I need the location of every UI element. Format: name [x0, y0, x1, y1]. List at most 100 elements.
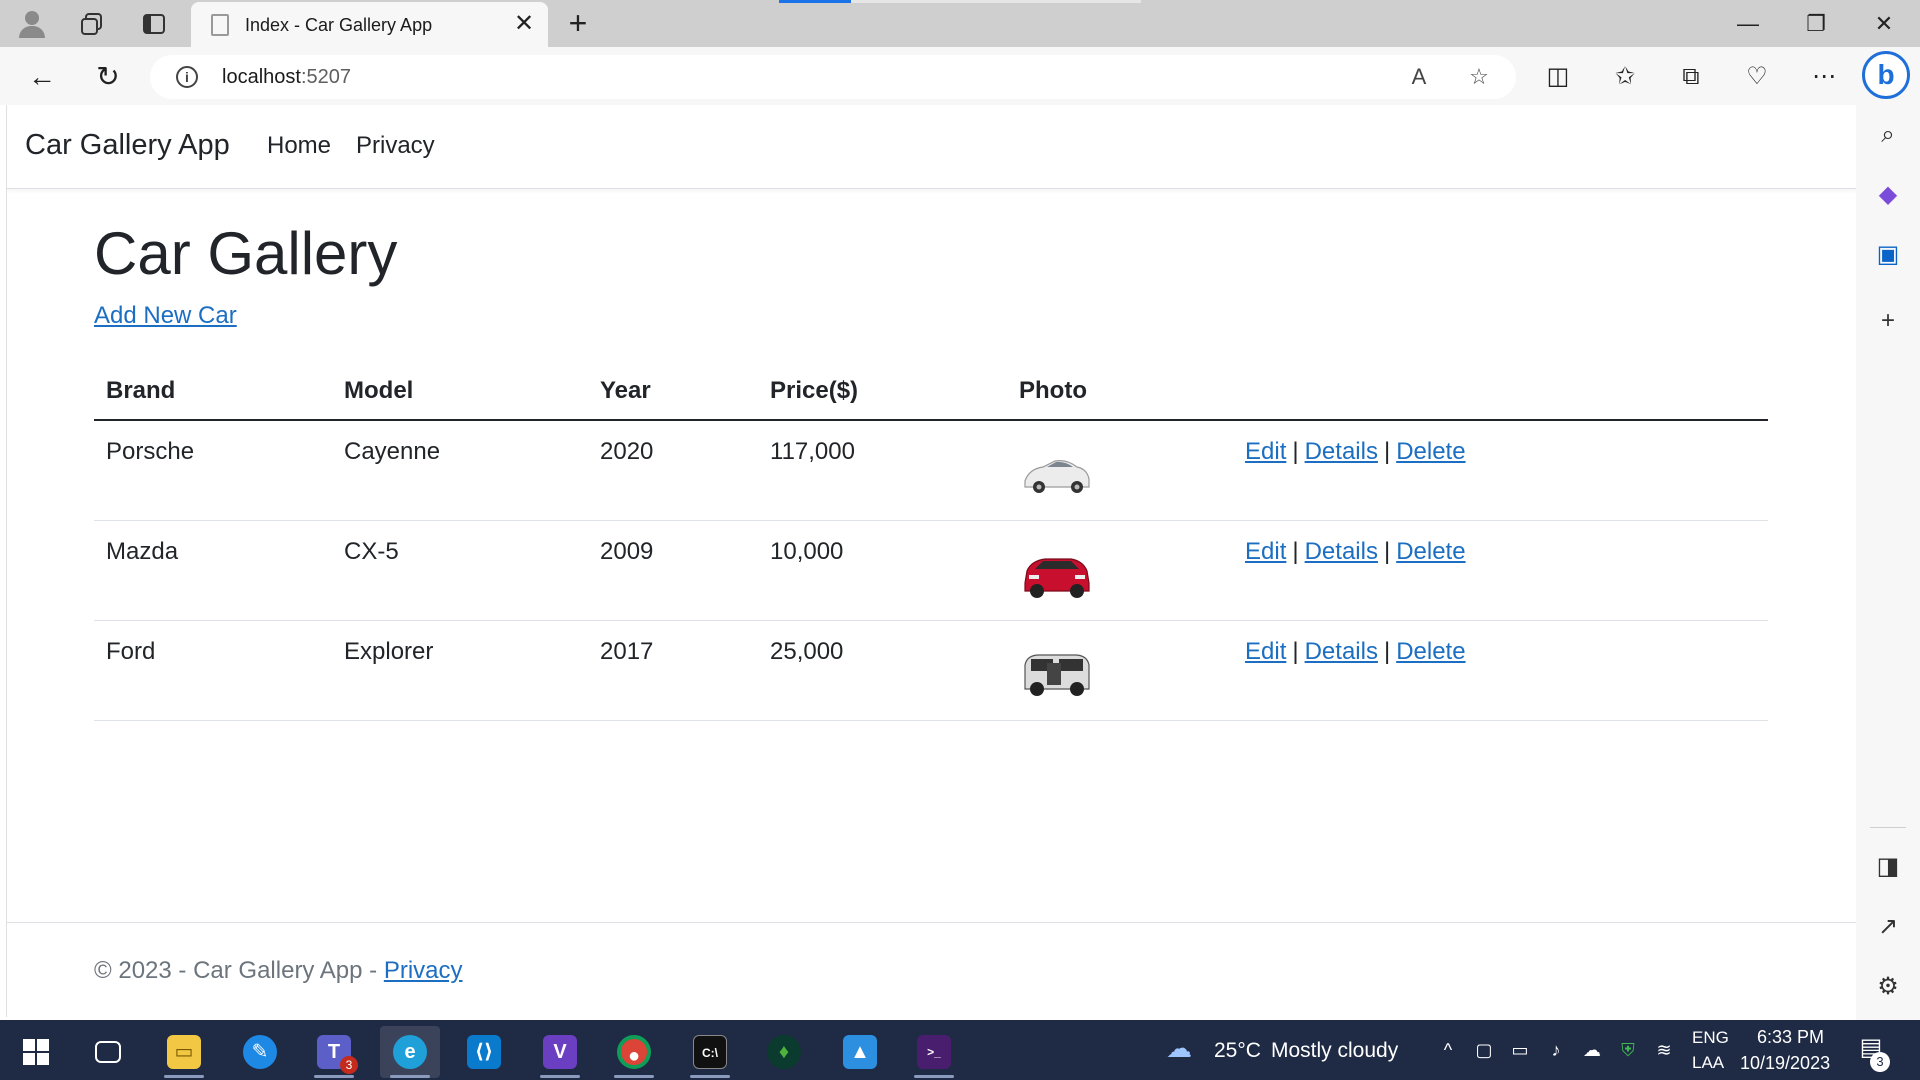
edge-sidebar: ⌕ ◆ ▣ + ◨ ↗ ⚙ [1856, 105, 1920, 1020]
close-window-button[interactable]: ✕ [1850, 0, 1918, 47]
split-screen-icon[interactable]: ◫ [1542, 61, 1574, 93]
header-year: Year [600, 377, 651, 404]
bing-copilot-icon[interactable]: b [1862, 51, 1910, 99]
edit-link[interactable]: Edit [1245, 438, 1286, 465]
mongodb-compass-icon[interactable]: ♦ [754, 1026, 814, 1078]
search-icon[interactable]: ⌕ [1872, 119, 1904, 151]
details-link[interactable]: Details [1305, 538, 1378, 565]
nav-home-link[interactable]: Home [267, 132, 331, 160]
car-photo [1024, 654, 1090, 696]
edit-link[interactable]: Edit [1245, 538, 1286, 565]
car-table: Brand Model Year Price($) Photo Porsche … [94, 361, 1768, 721]
cell-year: 2009 [600, 538, 654, 565]
nav-privacy-link[interactable]: Privacy [356, 132, 435, 160]
details-link[interactable]: Details [1305, 638, 1378, 665]
settings-gear-icon[interactable]: ⚙ [1872, 971, 1904, 1003]
powershell-icon[interactable]: >_ [904, 1026, 964, 1078]
weather-temp[interactable]: 25°C [1214, 1039, 1261, 1063]
back-button[interactable]: ← [22, 57, 62, 97]
table-row: Ford Explorer 2017 25,000 Edit | Details | D… [94, 621, 1768, 721]
details-link[interactable]: Details [1305, 438, 1378, 465]
tab-index[interactable]: Index - Car Gallery App ✕ [191, 2, 548, 47]
car-photo [1024, 460, 1090, 493]
favorites-icon[interactable]: ✩ [1609, 61, 1641, 93]
delete-link[interactable]: Delete [1396, 538, 1465, 565]
cell-price: 10,000 [770, 538, 844, 565]
table-row: Mazda CX-5 2009 10,000 Edit | Details | Dele… [94, 521, 1768, 621]
language-indicator-top[interactable]: ENG [1692, 1028, 1729, 1048]
loading-track [851, 0, 1141, 3]
battery-icon[interactable]: ▭ [1508, 1038, 1532, 1062]
url-text: localhost:5207 [222, 66, 351, 88]
app-navbar: Car Gallery App Home Privacy [7, 105, 1856, 189]
footer-privacy-link[interactable]: Privacy [384, 957, 463, 984]
car-photo [1024, 558, 1090, 598]
meet-now-icon[interactable]: ▢ [1472, 1038, 1496, 1062]
volume-icon[interactable]: ♪ [1544, 1038, 1568, 1062]
security-shield-icon[interactable]: ⛨ [1616, 1038, 1640, 1062]
teams-icon[interactable]: T 3 [304, 1026, 364, 1078]
visual-studio-icon[interactable]: V [530, 1026, 590, 1078]
edit-link[interactable]: Edit [1245, 638, 1286, 665]
cell-price: 117,000 [770, 438, 855, 465]
cell-model: Explorer [344, 638, 434, 665]
clock-date[interactable]: 10/19/2023 [1740, 1053, 1830, 1074]
sidebar-divider [1870, 827, 1906, 828]
edge-icon[interactable]: e [380, 1026, 440, 1078]
minimize-button[interactable]: — [1714, 0, 1782, 47]
tools-app-icon[interactable]: ✎ [230, 1026, 290, 1078]
row-actions: Edit | Details | Delete [1245, 538, 1466, 565]
photos-app-icon[interactable]: ▲ [830, 1026, 890, 1078]
refresh-button[interactable]: ↻ [88, 57, 128, 97]
more-menu-icon[interactable]: ⋯ [1808, 61, 1840, 93]
language-indicator-bottom[interactable]: LAA [1692, 1053, 1724, 1073]
show-hidden-icons-chevron-up-icon[interactable]: ^ [1436, 1038, 1460, 1062]
vscode-icon[interactable]: ⟨⟩ [454, 1026, 514, 1078]
vertical-tabs-icon[interactable] [136, 6, 172, 42]
site-info-icon[interactable]: i [176, 66, 198, 88]
task-view-icon[interactable] [78, 1026, 138, 1078]
file-explorer-icon[interactable]: ▭ [154, 1026, 214, 1078]
favorite-star-icon[interactable]: ☆ [1464, 62, 1494, 92]
header-brand: Brand [106, 377, 176, 404]
external-link-icon[interactable]: ↗ [1872, 911, 1904, 943]
terminal-icon[interactable]: C:\ [680, 1026, 740, 1078]
delete-link[interactable]: Delete [1396, 438, 1465, 465]
onedrive-cloud-icon[interactable]: ☁ [1580, 1038, 1604, 1062]
header-price: Price($) [770, 377, 859, 404]
start-button[interactable] [6, 1026, 66, 1078]
table-row: Porsche Cayenne 2020 117,000 Edit | Detail… [94, 421, 1768, 521]
read-aloud-icon[interactable]: A [1404, 62, 1434, 92]
cell-brand: Mazda [106, 538, 179, 565]
delete-link[interactable]: Delete [1396, 638, 1465, 665]
address-bar[interactable]: i localhost:5207 A ☆ [150, 55, 1516, 99]
new-tab-button[interactable]: + [560, 6, 596, 42]
loading-indicator [779, 0, 851, 3]
restore-button[interactable]: ❐ [1782, 0, 1850, 47]
profile-icon[interactable] [14, 6, 50, 42]
hide-sidebar-icon[interactable]: ◨ [1872, 851, 1904, 883]
tab-title: Index - Car Gallery App [245, 15, 433, 35]
weather-desc[interactable]: Mostly cloudy [1271, 1039, 1398, 1063]
chrome-icon[interactable]: ● [604, 1026, 664, 1078]
cell-year: 2020 [600, 438, 654, 465]
browser-essentials-icon[interactable]: ♡ [1741, 61, 1773, 93]
clock-time[interactable]: 6:33 PM [1757, 1027, 1824, 1048]
page-title: Car Gallery [94, 220, 398, 287]
collections-icon[interactable]: ⧉ [1675, 61, 1707, 93]
close-tab-icon[interactable]: ✕ [510, 10, 538, 38]
add-app-icon[interactable]: + [1872, 305, 1904, 337]
workspaces-icon[interactable] [74, 6, 110, 42]
wifi-icon[interactable]: ≋ [1652, 1038, 1676, 1062]
header-model: Model [344, 377, 414, 404]
browser-toolbar: ← ↻ i localhost:5207 A ☆ ◫ ✩ ⧉ ♡ ⋯ b [0, 47, 1920, 105]
add-new-car-link[interactable]: Add New Car [94, 302, 237, 330]
weather-cloud-icon[interactable]: ☁ [1166, 1035, 1192, 1061]
cell-brand: Ford [106, 638, 156, 665]
cell-model: Cayenne [344, 438, 441, 465]
cell-model: CX-5 [344, 538, 399, 565]
copilot-apps-icon[interactable]: ◆ [1872, 179, 1904, 211]
teams-badge: 3 [340, 1056, 358, 1074]
outlook-icon[interactable]: ▣ [1872, 239, 1904, 271]
app-brand-link[interactable]: Car Gallery App [25, 129, 230, 162]
